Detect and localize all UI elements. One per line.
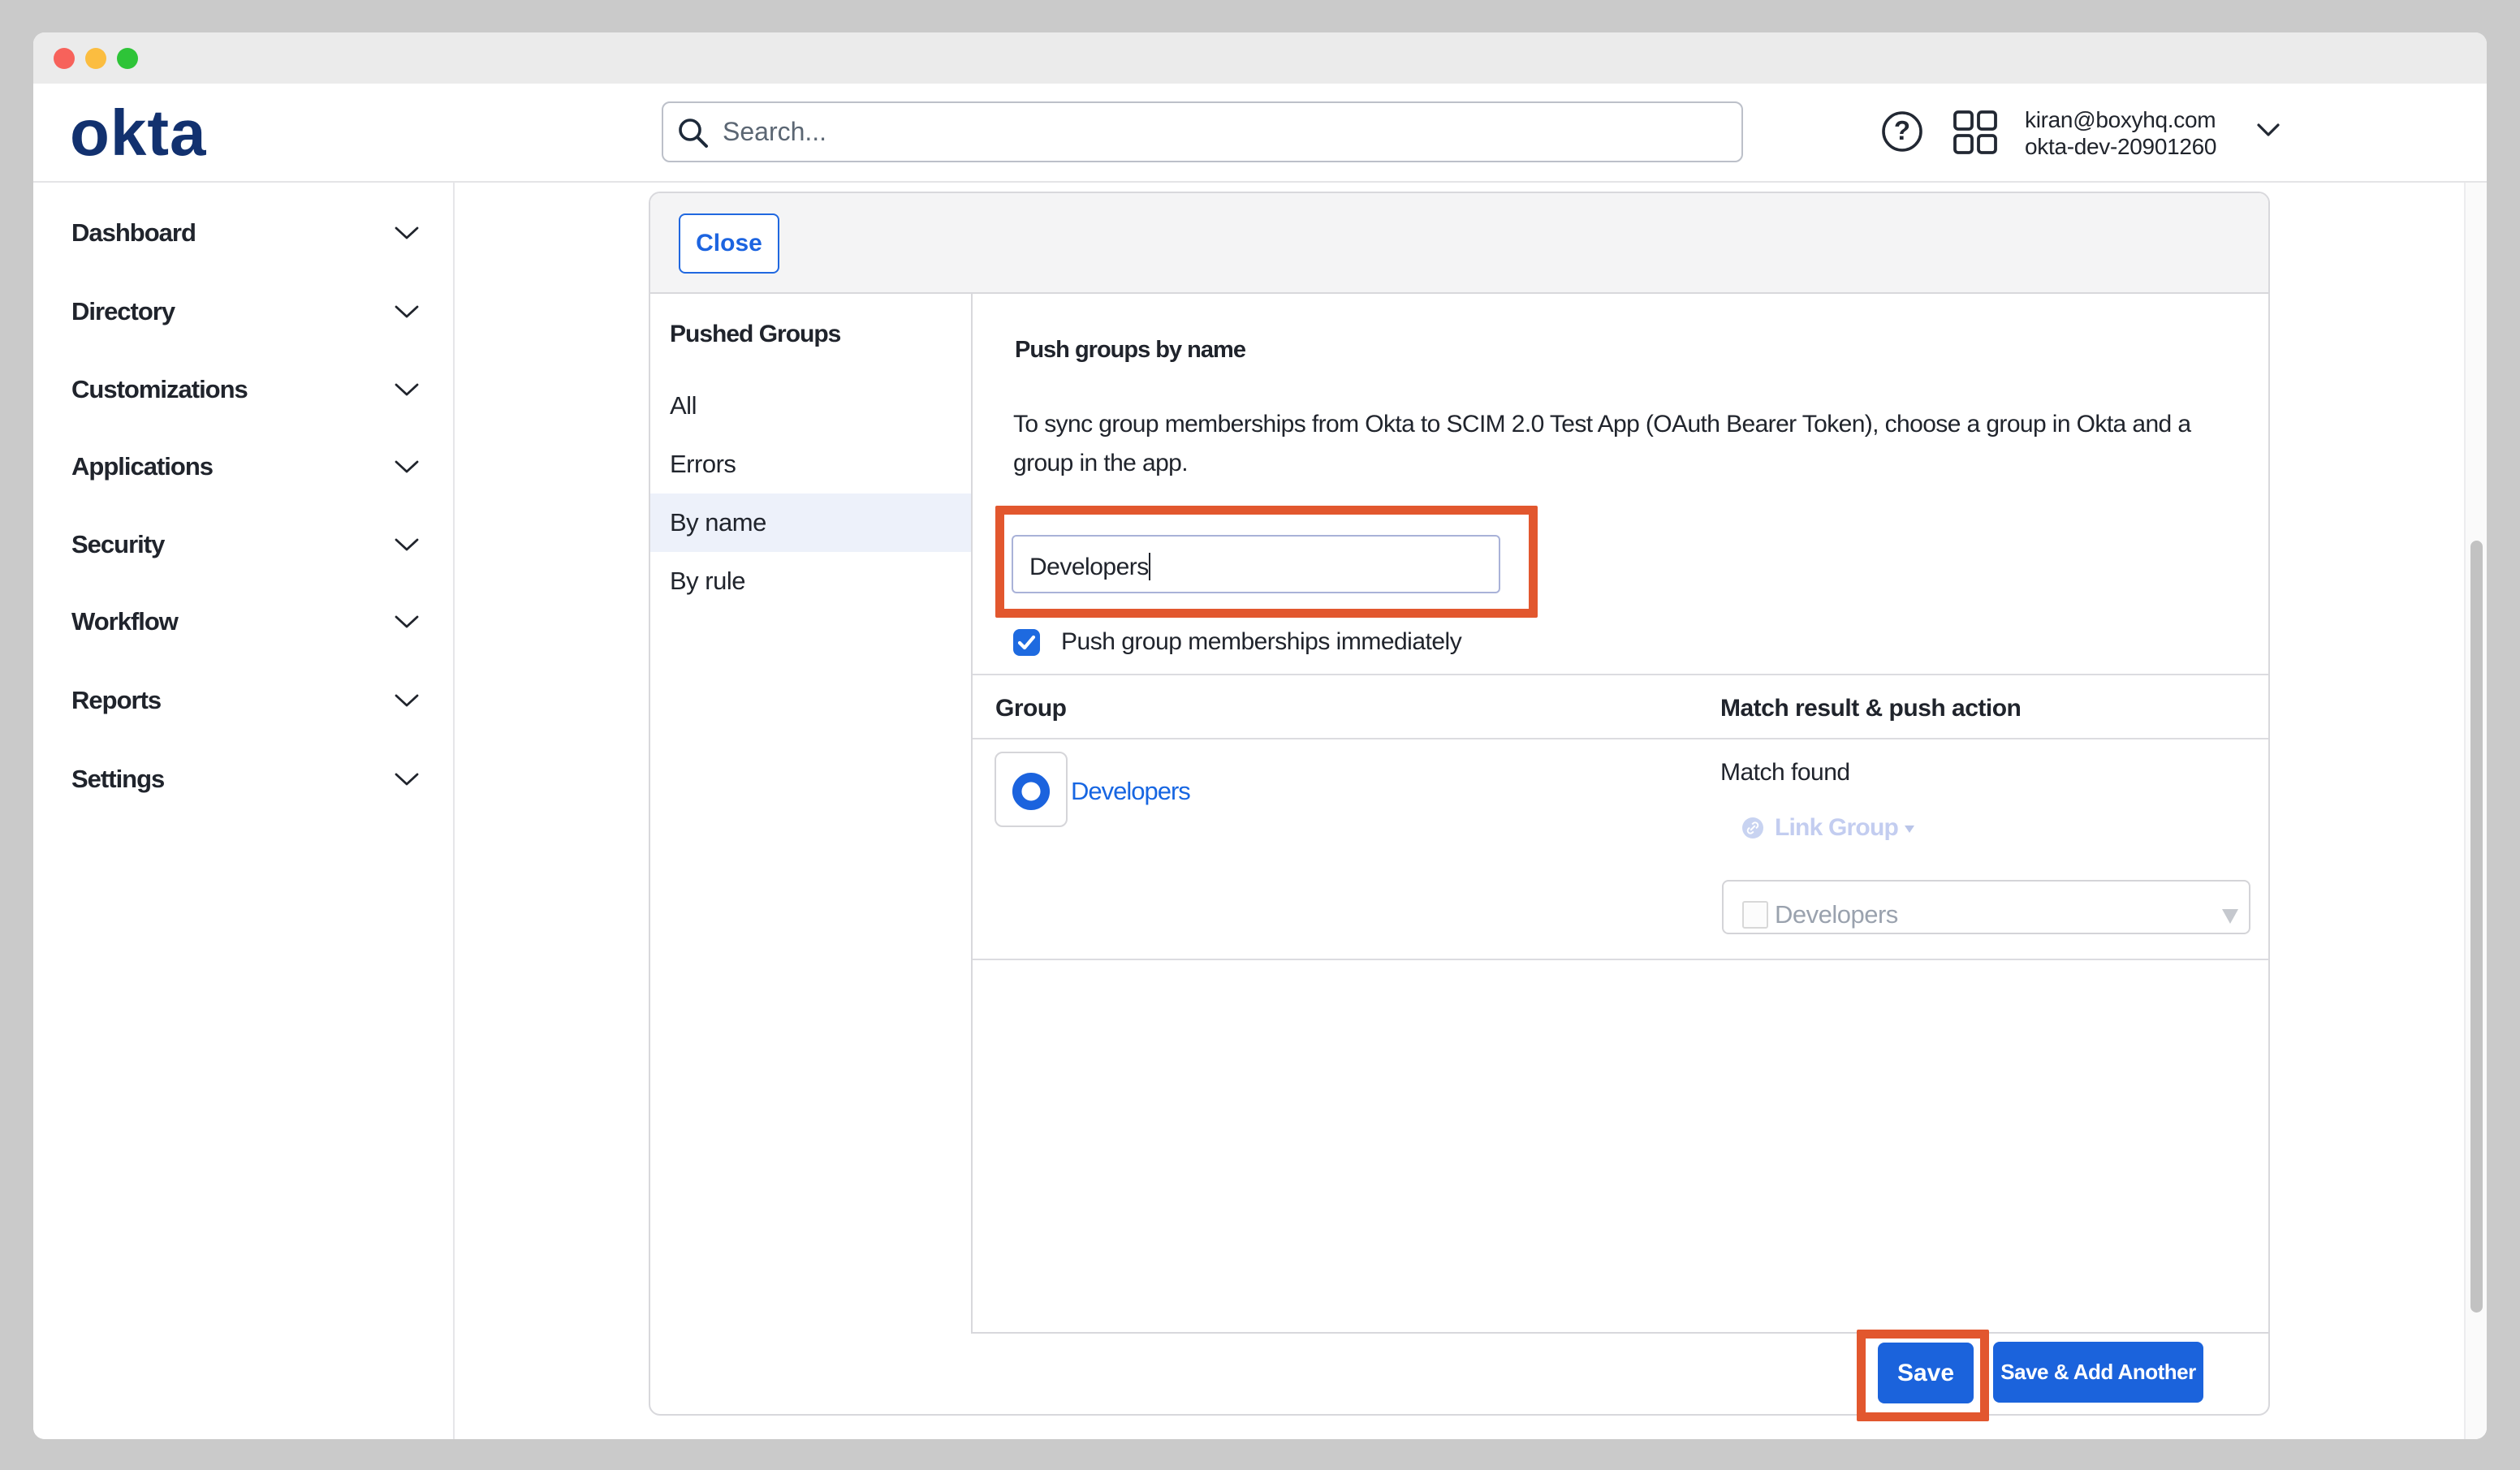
svg-text:?: ? [1894,115,1910,145]
